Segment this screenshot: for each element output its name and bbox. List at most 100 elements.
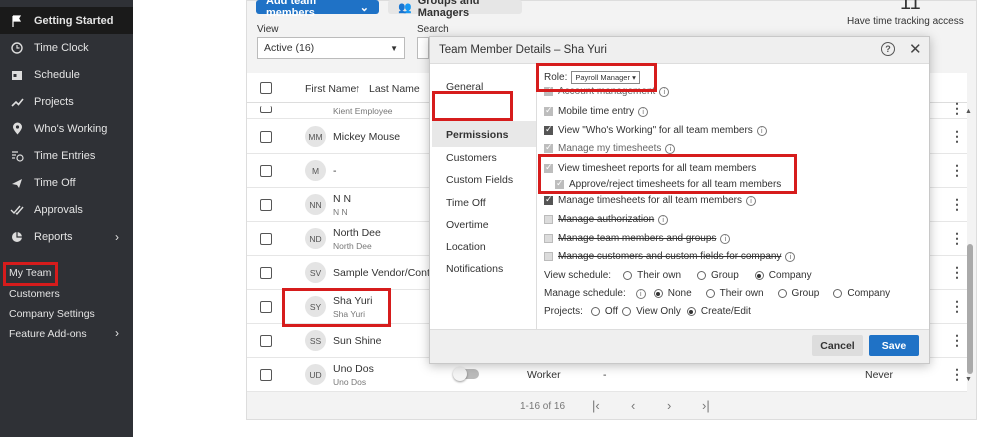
help-icon[interactable]: ? <box>881 42 895 56</box>
radio-projects-create-edit[interactable] <box>686 307 696 316</box>
info-icon[interactable]: i <box>658 214 669 225</box>
row-checkbox[interactable] <box>260 165 272 177</box>
prev-page-icon[interactable]: ‹ <box>631 398 635 413</box>
sidebar-item-time-off[interactable]: Time Off <box>0 169 133 196</box>
info-icon[interactable]: i <box>756 125 767 136</box>
info-icon[interactable]: i <box>720 233 731 244</box>
info-icon[interactable]: i <box>635 288 646 299</box>
radio-projects-view-only[interactable] <box>622 307 632 316</box>
row-checkbox[interactable] <box>260 335 272 347</box>
more-icon[interactable]: ⋮ <box>950 230 964 247</box>
nav-time-off[interactable]: Time Off <box>446 197 486 209</box>
nav-customers[interactable]: Customers <box>446 152 497 164</box>
time-tracking-toggle[interactable] <box>453 367 479 381</box>
sidebar-item-approvals[interactable]: Approvals <box>0 196 133 223</box>
perm-checkbox[interactable] <box>544 215 553 224</box>
radio-view-company[interactable] <box>754 271 764 280</box>
row-checkbox[interactable] <box>260 233 272 245</box>
first-page-icon[interactable]: |‹ <box>592 398 600 413</box>
col-last-name[interactable]: Last Name <box>369 83 420 95</box>
col-first-name[interactable]: First Name <box>305 83 356 95</box>
select-all-checkbox[interactable] <box>260 82 272 94</box>
perm-checkbox[interactable] <box>544 194 553 205</box>
sidebar-item-feature-add-ons[interactable]: Feature Add-ons <box>9 328 87 340</box>
row-name: Mickey Mouse <box>333 131 401 143</box>
save-button[interactable]: Save <box>869 335 919 356</box>
role-select[interactable]: Payroll Manager ▾ <box>571 71 640 84</box>
sidebar-item-projects[interactable]: Projects <box>0 88 133 115</box>
groups-managers-button[interactable]: 👥 Groups and Managers <box>388 0 522 19</box>
radio-label: View Only <box>636 306 681 317</box>
info-icon[interactable]: i <box>745 195 756 206</box>
more-icon[interactable]: ⋮ <box>950 366 964 383</box>
row-checkbox[interactable] <box>260 106 272 113</box>
nav-location[interactable]: Location <box>446 241 486 253</box>
radio-manage-company[interactable] <box>833 289 843 298</box>
perm-checkbox[interactable] <box>544 234 553 243</box>
sidebar-item-time-clock[interactable]: Time Clock <box>0 34 133 61</box>
nav-permissions[interactable]: Permissions <box>446 129 508 141</box>
view-select[interactable]: Active (16) ▼ <box>257 37 405 59</box>
row-checkbox[interactable] <box>260 199 272 211</box>
more-icon[interactable]: ⋮ <box>950 298 964 315</box>
row-checkbox[interactable] <box>260 301 272 313</box>
row-sub: Kient Employee <box>333 106 393 116</box>
row-checkbox[interactable] <box>260 131 272 143</box>
sidebar-item-reports[interactable]: Reports › <box>0 223 133 250</box>
add-team-members-button[interactable]: Add team members ⌄ <box>256 0 379 19</box>
row-checkbox[interactable] <box>260 267 272 279</box>
cancel-button[interactable]: Cancel <box>812 335 863 356</box>
perm-checkbox[interactable] <box>544 124 553 135</box>
perm-view-whos-working[interactable]: View "Who's Working" for all team member… <box>544 124 767 136</box>
close-icon[interactable]: ✕ <box>909 40 922 58</box>
nav-custom-fields[interactable]: Custom Fields <box>446 174 513 186</box>
radio-projects-off[interactable] <box>590 307 600 316</box>
last-page-icon[interactable]: ›| <box>702 398 710 413</box>
search-input[interactable] <box>417 37 429 59</box>
info-icon[interactable]: i <box>665 143 676 154</box>
perm-checkbox[interactable] <box>544 142 553 153</box>
radio-manage-group[interactable] <box>777 289 787 298</box>
info-icon[interactable]: i <box>785 251 796 262</box>
sidebar-item-whos-working[interactable]: Who's Working <box>0 115 133 142</box>
more-icon[interactable]: ⋮ <box>950 128 964 145</box>
perm-manage-team-members[interactable]: Manage team members and groups i <box>544 233 731 244</box>
nav-overtime[interactable]: Overtime <box>446 219 489 231</box>
more-icon[interactable]: ⋮ <box>950 196 964 213</box>
nav-notifications[interactable]: Notifications <box>446 263 503 275</box>
sidebar-item-schedule[interactable]: Schedule <box>0 61 133 88</box>
perm-manage-customers[interactable]: Manage customers and custom fields for c… <box>544 251 796 262</box>
sidebar-item-getting-started[interactable]: Getting Started <box>0 7 133 34</box>
info-icon[interactable]: i <box>659 86 670 97</box>
more-icon[interactable]: ⋮ <box>950 264 964 281</box>
dialog-title: Team Member Details – Sha Yuri <box>439 44 607 56</box>
perm-label: View "Who's Working" for all team member… <box>558 125 753 136</box>
row-name: - <box>333 165 337 177</box>
perm-checkbox[interactable] <box>544 252 553 261</box>
info-icon[interactable]: i <box>638 106 649 117</box>
scroll-thumb[interactable] <box>967 244 973 374</box>
radio-view-their-own[interactable] <box>623 271 633 280</box>
radio-manage-their-own[interactable] <box>705 289 715 298</box>
perm-manage-my-timesheets[interactable]: Manage my timesheetsi <box>544 142 676 154</box>
row-dash: - <box>603 369 607 381</box>
radio-view-group[interactable] <box>697 271 706 280</box>
scroll-down-icon[interactable]: ▼ <box>965 376 972 383</box>
perm-checkbox[interactable] <box>544 105 553 116</box>
perm-manage-authorization[interactable]: Manage authorization i <box>544 214 669 225</box>
sidebar-item-company-settings[interactable]: Company Settings <box>9 308 95 320</box>
perm-label: Manage team members and groups <box>558 233 717 244</box>
radio-manage-none[interactable] <box>653 289 663 298</box>
more-icon[interactable]: ⋮ <box>950 100 964 117</box>
sidebar-item-time-entries[interactable]: Time Entries <box>0 142 133 169</box>
row-checkbox[interactable] <box>260 369 272 381</box>
more-icon[interactable]: ⋮ <box>950 332 964 349</box>
perm-mobile-time-entry[interactable]: Mobile time entryi <box>544 105 649 117</box>
perm-manage-timesheets-all[interactable]: Manage timesheets for all team membersi <box>544 194 756 206</box>
table-scrollbar[interactable]: ▲ ▼ <box>965 108 975 388</box>
next-page-icon[interactable]: › <box>667 398 671 413</box>
scroll-up-icon[interactable]: ▲ <box>965 108 972 115</box>
more-icon[interactable]: ⋮ <box>950 162 964 179</box>
add-team-members-label: Add team members <box>266 0 317 19</box>
sidebar-item-customers[interactable]: Customers <box>9 288 60 300</box>
